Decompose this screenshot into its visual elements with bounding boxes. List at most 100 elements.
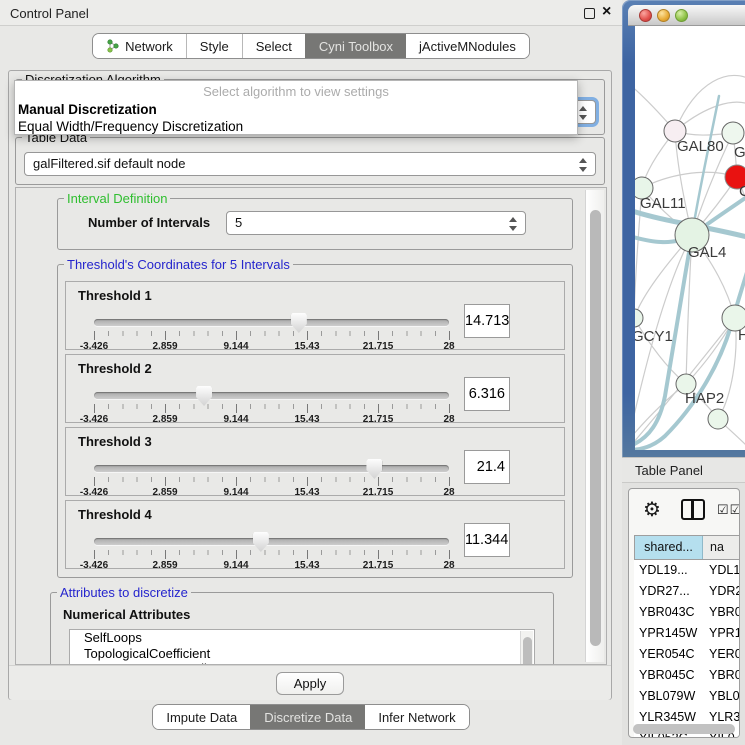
cell-name: YDL1 bbox=[702, 560, 740, 581]
table-hscrollbar-thumb[interactable] bbox=[633, 724, 735, 734]
bottom-tab-group: Impute Data Discretize Data Infer Network bbox=[152, 704, 469, 730]
tick-label: 9.144 bbox=[223, 560, 248, 571]
tick-label: 21.715 bbox=[363, 487, 394, 498]
table-data-combobox[interactable]: galFiltered.sif default node bbox=[24, 152, 596, 176]
table-data-value: galFiltered.sif default node bbox=[33, 156, 185, 171]
cell-shared-name: YBR043C bbox=[634, 602, 702, 623]
panel-scrollbar-thumb[interactable] bbox=[590, 210, 601, 646]
threshold-panel-1: Threshold 1-3.4262.8599.14415.4321.71528… bbox=[65, 281, 565, 350]
table-toolbar: ⚙ ☑☑ bbox=[629, 489, 739, 531]
mac-close-icon[interactable] bbox=[639, 9, 652, 22]
tick-label: 2.859 bbox=[152, 560, 177, 571]
slider-track[interactable] bbox=[94, 392, 449, 399]
slider-ticks bbox=[94, 331, 450, 340]
attribute-item-selfloops[interactable]: SelfLoops bbox=[70, 630, 534, 646]
list-scrollbar[interactable] bbox=[520, 631, 533, 665]
columns-icon[interactable] bbox=[681, 499, 705, 520]
threshold-value[interactable]: 14.713 bbox=[464, 304, 510, 338]
tick-label: 2.859 bbox=[152, 414, 177, 425]
slider-track[interactable] bbox=[94, 538, 449, 545]
tab-label: Cyni Toolbox bbox=[319, 39, 393, 54]
column-header-name[interactable]: na bbox=[703, 536, 740, 559]
float-icon[interactable] bbox=[584, 8, 595, 19]
tab-jactivemnodules[interactable]: jActiveMNodules bbox=[406, 34, 529, 58]
checkbox-icons[interactable]: ☑☑ bbox=[717, 502, 740, 518]
mac-minimize-icon[interactable] bbox=[657, 9, 670, 22]
slider-thumb[interactable] bbox=[253, 532, 269, 552]
table-row[interactable]: YPR145WYPR1 bbox=[634, 623, 740, 644]
tab-style[interactable]: Style bbox=[186, 34, 242, 58]
table-row[interactable]: YBR045CYBR0 bbox=[634, 665, 740, 686]
tab-cyni-toolbox[interactable]: Cyni Toolbox bbox=[305, 34, 406, 58]
tab-label: Discretize Data bbox=[264, 710, 352, 725]
close-icon[interactable]: × bbox=[602, 3, 611, 21]
number-of-intervals-combobox[interactable]: 5 bbox=[226, 211, 526, 235]
column-header-shared[interactable]: shared... bbox=[635, 536, 703, 559]
slider-thumb[interactable] bbox=[196, 386, 212, 406]
slider-thumb[interactable] bbox=[291, 313, 307, 333]
table-row[interactable]: YBL079WYBL0 bbox=[634, 686, 740, 707]
network-window-titlebar[interactable] bbox=[628, 5, 745, 26]
table-row[interactable]: YDR27...YDR2 bbox=[634, 581, 740, 602]
table-hscrollbar[interactable] bbox=[633, 724, 735, 734]
network-canvas[interactable]: GAL80 G C GAL11 GAL4 GCY1 H HAP2 bbox=[635, 26, 745, 450]
tick-label: 21.715 bbox=[363, 560, 394, 571]
apply-button[interactable]: Apply bbox=[276, 672, 344, 695]
cell-shared-name: YBL079W bbox=[634, 686, 702, 707]
tick-label: 21.715 bbox=[363, 341, 394, 352]
node-label-gal80: GAL80 bbox=[677, 138, 724, 155]
table-row[interactable]: YER054CYER0 bbox=[634, 644, 740, 665]
node-label-gcy1: GCY1 bbox=[635, 328, 673, 345]
spinner-icon bbox=[509, 216, 518, 232]
threshold-value[interactable]: 11.344 bbox=[464, 523, 510, 557]
tab-discretize-data[interactable]: Discretize Data bbox=[250, 705, 365, 729]
spinner-icon bbox=[579, 157, 588, 173]
cell-shared-name: YDR27... bbox=[634, 581, 702, 602]
cell-name: YDR2 bbox=[702, 581, 740, 602]
tab-label: Infer Network bbox=[378, 710, 455, 725]
slider-track[interactable] bbox=[94, 465, 449, 472]
network-view-window[interactable]: GAL80 G C GAL11 GAL4 GCY1 H HAP2 bbox=[622, 0, 745, 457]
thresholds-group: Threshold's Coordinates for 5 Intervals … bbox=[57, 264, 573, 578]
slider-ticks bbox=[94, 404, 450, 413]
numerical-attributes-list[interactable]: SelfLoopsTopologicalCoefficientBetweenne… bbox=[69, 629, 535, 665]
table-panel-header: Table Panel bbox=[622, 457, 745, 483]
tab-network[interactable]: Network bbox=[93, 34, 186, 58]
panel-scrollbar[interactable] bbox=[585, 190, 604, 662]
dropdown-option-manual-discretization[interactable]: Manual Discretization bbox=[15, 101, 577, 118]
tick-label: 28 bbox=[443, 487, 454, 498]
node-label-gal4: GAL4 bbox=[688, 244, 726, 261]
tick-label: 15.43 bbox=[294, 341, 319, 352]
attribute-item-topologicalcoefficient[interactable]: TopologicalCoefficient bbox=[70, 646, 534, 662]
tab-infer-network[interactable]: Infer Network bbox=[365, 705, 468, 729]
thresholds-group-title: Threshold's Coordinates for 5 Intervals bbox=[64, 257, 293, 272]
interval-definition-group: Interval Definition Number of Intervals … bbox=[57, 198, 573, 250]
threshold-value[interactable]: 21.4 bbox=[464, 450, 510, 484]
slider-track[interactable] bbox=[94, 319, 449, 326]
node-table: shared... na YDL19...YDL1YDR27...YDR2YBR… bbox=[634, 535, 740, 737]
tick-label: -3.426 bbox=[80, 414, 108, 425]
dropdown-option-equal-width-frequency-discretization[interactable]: Equal Width/Frequency Discretization bbox=[15, 118, 577, 135]
cell-shared-name: YDL19... bbox=[634, 560, 702, 581]
node-label-partial-g: G bbox=[734, 144, 745, 161]
table-row[interactable]: YBR043CYBR0 bbox=[634, 602, 740, 623]
tick-label: 2.859 bbox=[152, 487, 177, 498]
tab-select[interactable]: Select bbox=[242, 34, 305, 58]
table-header-row: shared... na bbox=[634, 535, 740, 560]
node-label-hap2: HAP2 bbox=[685, 390, 724, 407]
slider-thumb[interactable] bbox=[366, 459, 382, 479]
slider-ticks bbox=[94, 550, 450, 559]
tick-label: 21.715 bbox=[363, 414, 394, 425]
cell-name: YBR0 bbox=[702, 665, 740, 686]
tab-impute-data[interactable]: Impute Data bbox=[153, 705, 250, 729]
gear-icon[interactable]: ⚙ bbox=[643, 497, 661, 522]
threshold-value[interactable]: 6.316 bbox=[464, 377, 510, 411]
table-row[interactable]: YDL19...YDL1 bbox=[634, 560, 740, 581]
tick-label: 28 bbox=[443, 560, 454, 571]
tick-label: 28 bbox=[443, 341, 454, 352]
spinner-icon bbox=[579, 105, 588, 121]
interval-group-title: Interval Definition bbox=[64, 191, 170, 206]
network-icon bbox=[106, 39, 120, 53]
mac-zoom-icon[interactable] bbox=[675, 9, 688, 22]
list-scrollbar-thumb[interactable] bbox=[523, 637, 532, 665]
